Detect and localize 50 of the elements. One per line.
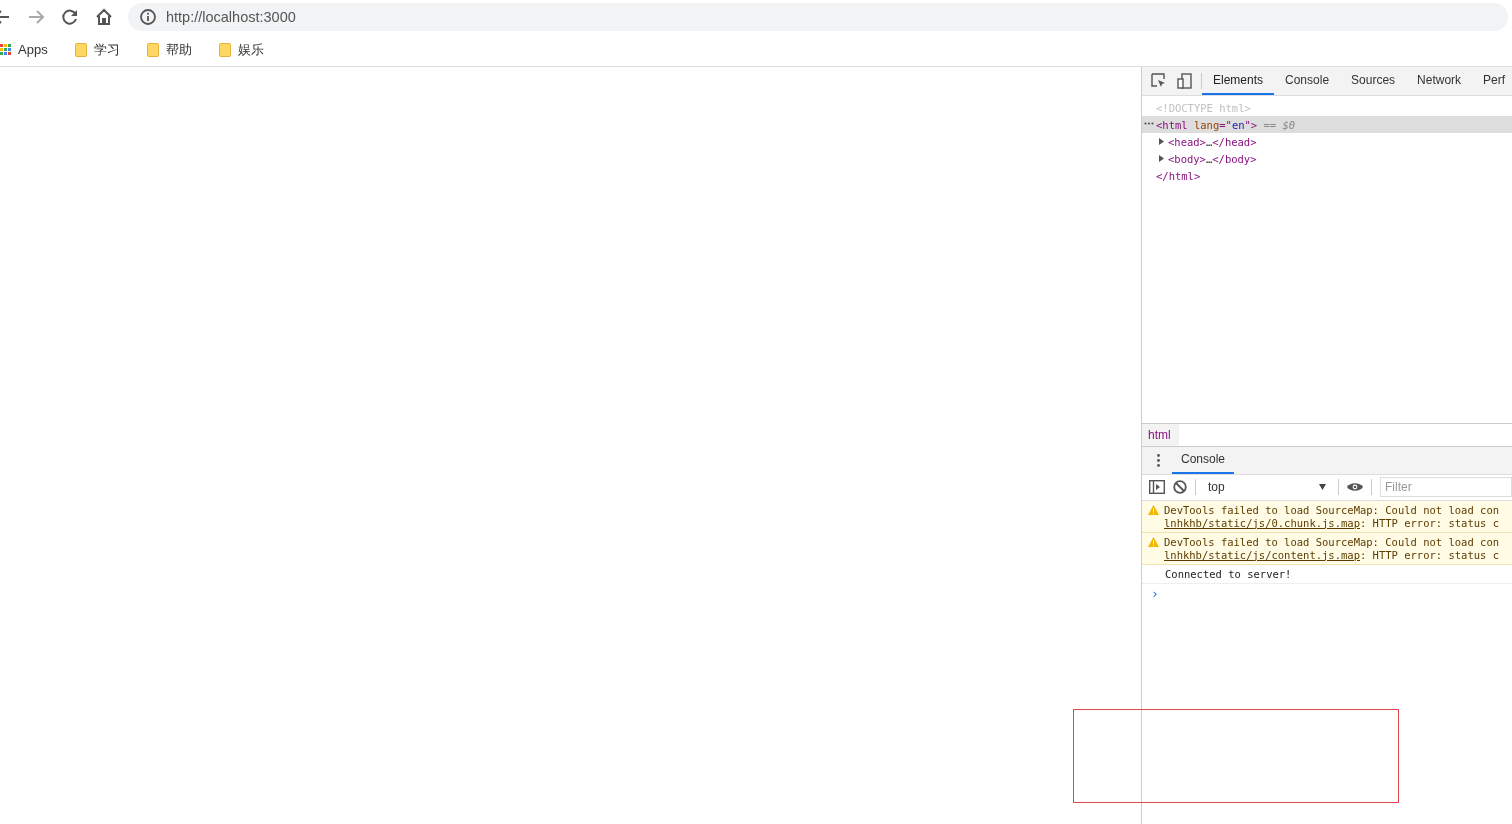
device-icon[interactable]	[1177, 73, 1193, 89]
breadcrumb[interactable]: html	[1142, 423, 1179, 446]
console-message: DevTools failed to load SourceMap: Could not load con	[1164, 503, 1500, 516]
sidebar-icon[interactable]	[1149, 480, 1165, 494]
dots-icon[interactable]	[1144, 122, 1154, 125]
address-bar[interactable]: http://localhost:3000	[128, 2, 1508, 31]
warning-icon	[1148, 504, 1159, 515]
source-link[interactable]: lnhkhb/static/js/0.chunk.js.map	[1164, 516, 1360, 529]
eye-icon[interactable]	[1347, 482, 1363, 492]
devtools-tab[interactable]: Network	[1406, 67, 1473, 95]
dom-tree-row[interactable]: <body>…</body>	[1142, 150, 1512, 167]
devtools-tab[interactable]: Elements	[1202, 67, 1275, 95]
warning-icon	[1148, 536, 1159, 547]
console-prompt[interactable]: ›	[1142, 583, 1159, 601]
home-icon[interactable]	[94, 6, 114, 27]
clear-icon[interactable]	[1173, 480, 1187, 494]
drawer-tab[interactable]: Console	[1172, 446, 1235, 474]
dom-node-text: <!DOCTYPE html>	[1156, 101, 1251, 114]
devtools-tab[interactable]: Console	[1274, 67, 1341, 95]
devtools-tab[interactable]: Perf	[1472, 67, 1512, 95]
dropdown-caret-icon	[1319, 484, 1326, 490]
info-icon	[138, 6, 158, 27]
console-message: lnhkhb/static/js/content.js.map: HTTP error: status c	[1164, 548, 1500, 561]
dom-node-text: </html>	[1156, 169, 1201, 182]
console-message: Connected to server!	[1165, 567, 1292, 580]
folder-icon	[74, 42, 87, 57]
dom-tree-row[interactable]: <html lang="en"> == $0	[1142, 116, 1512, 133]
expand-arrow-icon[interactable]	[1159, 138, 1164, 145]
inspect-icon[interactable]	[1151, 73, 1167, 89]
context-select[interactable]: top	[1204, 480, 1330, 494]
dom-node-text: <html lang="en"> == $0	[1156, 118, 1296, 131]
dom-tree-row[interactable]: <head>…</head>	[1142, 133, 1512, 150]
folder-icon	[218, 42, 231, 57]
filter-field[interactable]: Filter	[1380, 477, 1512, 497]
dom-node-text: <body>…</body>	[1168, 152, 1257, 165]
more-icon[interactable]	[1157, 453, 1160, 467]
url-text: http://localhost:3000	[166, 8, 296, 25]
expand-arrow-icon[interactable]	[1159, 155, 1164, 162]
devtools-tab[interactable]: Sources	[1340, 67, 1407, 95]
dom-tree-row[interactable]: </html>	[1142, 167, 1512, 184]
dom-node-text: <head>…</head>	[1168, 135, 1257, 148]
source-link[interactable]: lnhkhb/static/js/content.js.map	[1164, 548, 1360, 561]
bookmark[interactable]: Apps	[0, 38, 51, 61]
console-message: DevTools failed to load SourceMap: Could not load con	[1164, 535, 1500, 548]
bookmark[interactable]: 帮助	[146, 36, 195, 63]
bookmark[interactable]: 学习	[74, 36, 123, 63]
console-message: lnhkhb/static/js/0.chunk.js.map: HTTP error: status c	[1164, 516, 1500, 529]
apps-grid-icon	[0, 44, 11, 55]
bookmark[interactable]: 娱乐	[218, 36, 267, 63]
folder-icon	[146, 42, 159, 57]
